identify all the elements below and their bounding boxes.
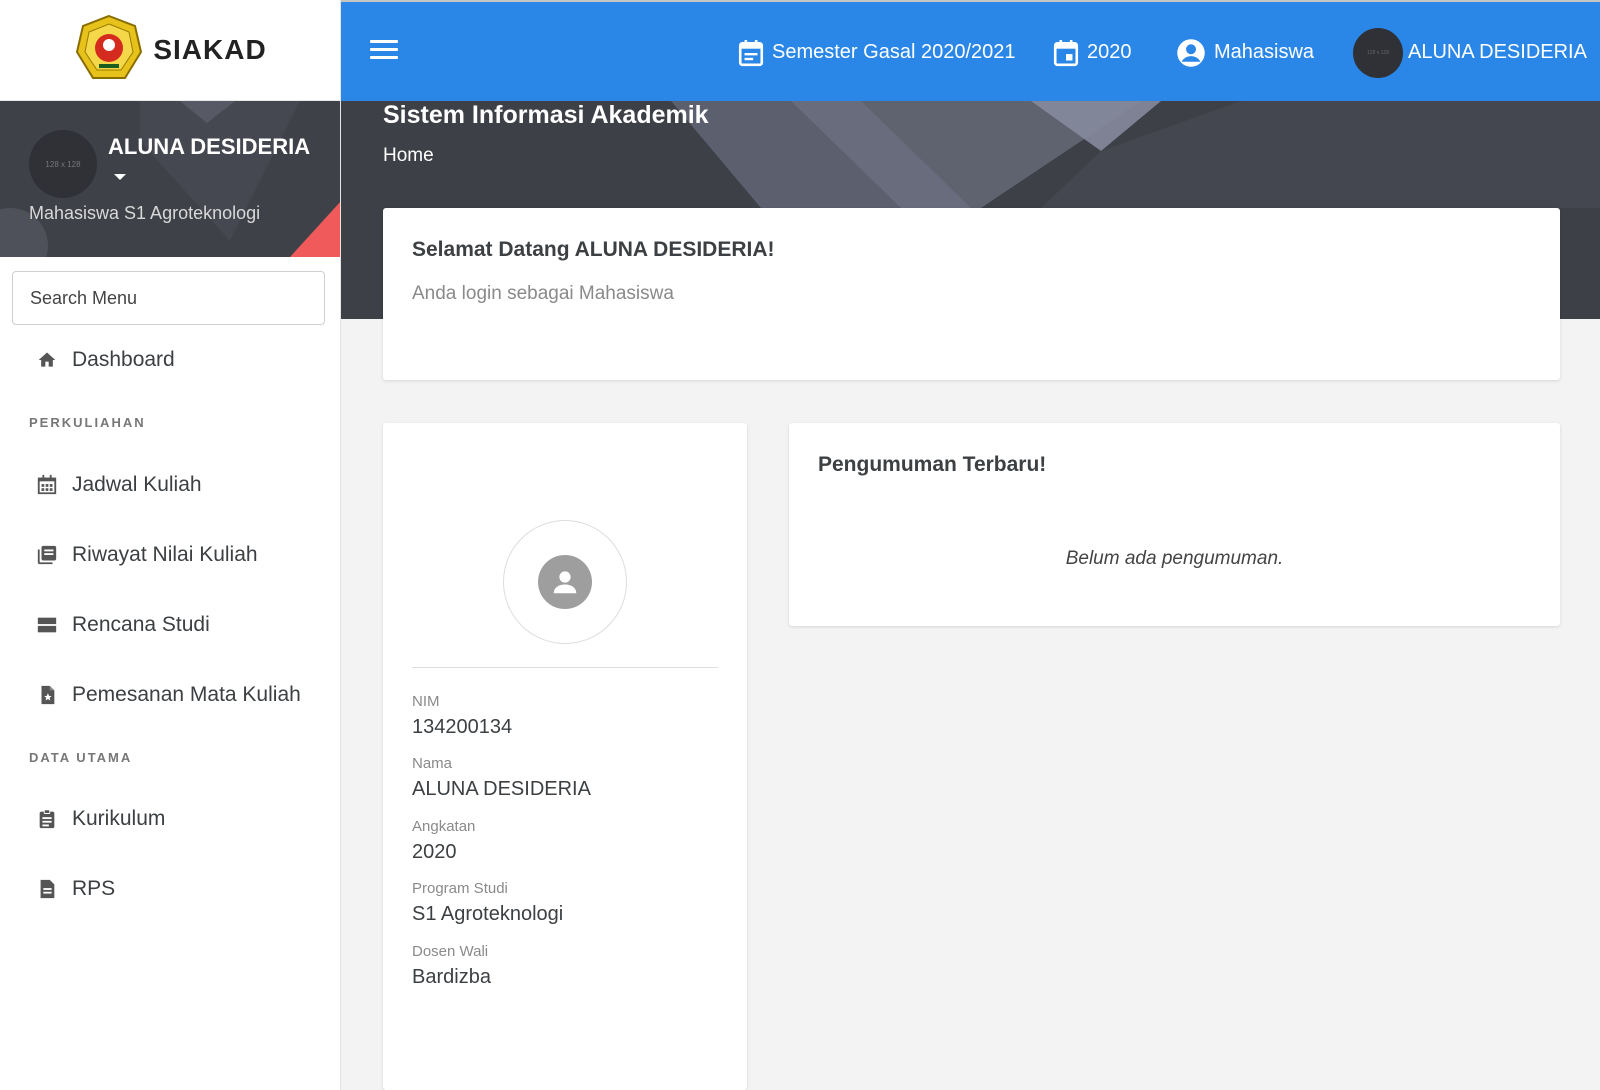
user-avatar[interactable]: 128 x 128	[29, 130, 97, 198]
user-panel: 128 x 128 ALUNA DESIDERIA Mahasiswa S1 A…	[0, 101, 340, 257]
field-value: S1 Agroteknologi	[412, 903, 564, 925]
year-selector[interactable]: 2020	[1053, 2, 1132, 103]
sidebar-item-rps[interactable]: RPS	[0, 867, 341, 911]
field-nim: NIM 134200134	[412, 693, 512, 739]
home-icon	[36, 349, 58, 371]
field-nama: Nama ALUNA DESIDERIA	[412, 755, 591, 801]
user-role: Mahasiswa S1 Agroteknologi	[29, 203, 261, 223]
sidebar-item-label: Rencana Studi	[72, 613, 210, 636]
top-navbar: Semester Gasal 2020/2021 2020 Mahasiswa …	[341, 0, 1600, 101]
welcome-title: Selamat Datang ALUNA DESIDERIA!	[412, 238, 775, 261]
field-value: 134200134	[412, 716, 513, 738]
sidebar-item-jadwal-kuliah[interactable]: Jadwal Kuliah	[0, 463, 341, 507]
document-star-icon	[36, 684, 58, 706]
sidebar-item-riwayat-nilai[interactable]: Riwayat Nilai Kuliah	[0, 533, 341, 577]
announcement-card: Pengumuman Terbaru! Belum ada pengumuman…	[789, 423, 1560, 626]
field-label: Dosen Wali	[412, 943, 489, 960]
field-angkatan: Angkatan 2020	[412, 818, 475, 864]
field-value: Bardizba	[412, 966, 491, 988]
field-label: Angkatan	[412, 818, 476, 835]
brand-name: SIAKAD	[153, 34, 267, 65]
menu-section-data-utama: DATA UTAMA	[29, 750, 133, 765]
announcement-empty-text: Belum ada pengumuman.	[1065, 548, 1284, 569]
sidebar-item-kurikulum[interactable]: Kurikulum	[0, 797, 341, 841]
profile-divider	[412, 667, 718, 668]
person-icon	[538, 555, 592, 609]
page-title: Sistem Informasi Akademik	[383, 101, 709, 129]
announcement-title: Pengumuman Terbaru!	[818, 453, 1047, 476]
sidebar: SIAKAD 128 x 128 ALUNA DESIDERIA Mahasis…	[0, 0, 341, 1090]
calendar-grid-icon	[36, 474, 58, 496]
sidebar-item-label: RPS	[72, 877, 116, 900]
field-value: 2020	[412, 841, 457, 863]
semester-selector[interactable]: Semester Gasal 2020/2021	[738, 2, 1016, 103]
field-label: NIM	[412, 693, 440, 710]
welcome-subtitle: Anda login sebagai Mahasiswa	[412, 283, 674, 304]
clipboard-icon	[36, 808, 58, 830]
field-dosen-wali: Dosen Wali Bardizba	[412, 943, 491, 989]
user-menu-label: ALUNA DESIDERIA	[1408, 41, 1587, 63]
sidebar-item-label: Jadwal Kuliah	[72, 473, 202, 496]
sidebar-item-dashboard[interactable]: Dashboard	[0, 338, 341, 382]
brand[interactable]: SIAKAD	[0, 0, 340, 101]
hamburger-menu-icon[interactable]	[370, 40, 398, 62]
sidebar-item-label: Pemesanan Mata Kuliah	[72, 683, 301, 706]
sidebar-item-rencana-studi[interactable]: Rencana Studi	[0, 603, 341, 647]
caret-down-icon[interactable]	[114, 174, 126, 180]
field-label: Nama	[412, 755, 453, 772]
sidebar-item-label: Riwayat Nilai Kuliah	[72, 543, 258, 566]
profile-card: NIM 134200134 Nama ALUNA DESIDERIA Angka…	[383, 423, 747, 1090]
breadcrumb-home[interactable]: Home	[383, 145, 434, 167]
welcome-card: Selamat Datang ALUNA DESIDERIA! Anda log…	[383, 208, 1560, 380]
sidebar-item-label: Kurikulum	[72, 807, 166, 830]
field-program-studi: Program Studi S1 Agroteknologi	[412, 880, 563, 926]
account-circle-icon	[1176, 38, 1206, 68]
event-note-icon	[738, 39, 764, 67]
year-label: 2020	[1087, 41, 1132, 63]
menu-section-perkuliahan: PERKULIAHAN	[29, 415, 146, 430]
profile-avatar	[503, 520, 627, 644]
role-selector[interactable]: Mahasiswa	[1176, 2, 1314, 103]
calendar-today-icon	[1053, 39, 1079, 67]
search-menu-input[interactable]	[12, 271, 325, 325]
description-icon	[36, 878, 58, 900]
sidebar-item-label: Dashboard	[72, 348, 175, 371]
field-value: ALUNA DESIDERIA	[412, 778, 591, 800]
sidebar-item-pemesanan-mata-kuliah[interactable]: Pemesanan Mata Kuliah	[0, 673, 341, 717]
user-avatar-top: 128 x 128	[1353, 27, 1403, 78]
library-books-icon	[36, 544, 58, 566]
user-menu[interactable]: 128 x 128 ALUNA DESIDERIA	[1353, 2, 1587, 103]
semester-label: Semester Gasal 2020/2021	[772, 41, 1016, 63]
role-label: Mahasiswa	[1214, 41, 1315, 63]
storage-icon	[36, 614, 58, 636]
user-name[interactable]: ALUNA DESIDERIA	[108, 134, 310, 160]
field-label: Program Studi	[412, 880, 508, 897]
university-crest-icon	[76, 14, 143, 79]
